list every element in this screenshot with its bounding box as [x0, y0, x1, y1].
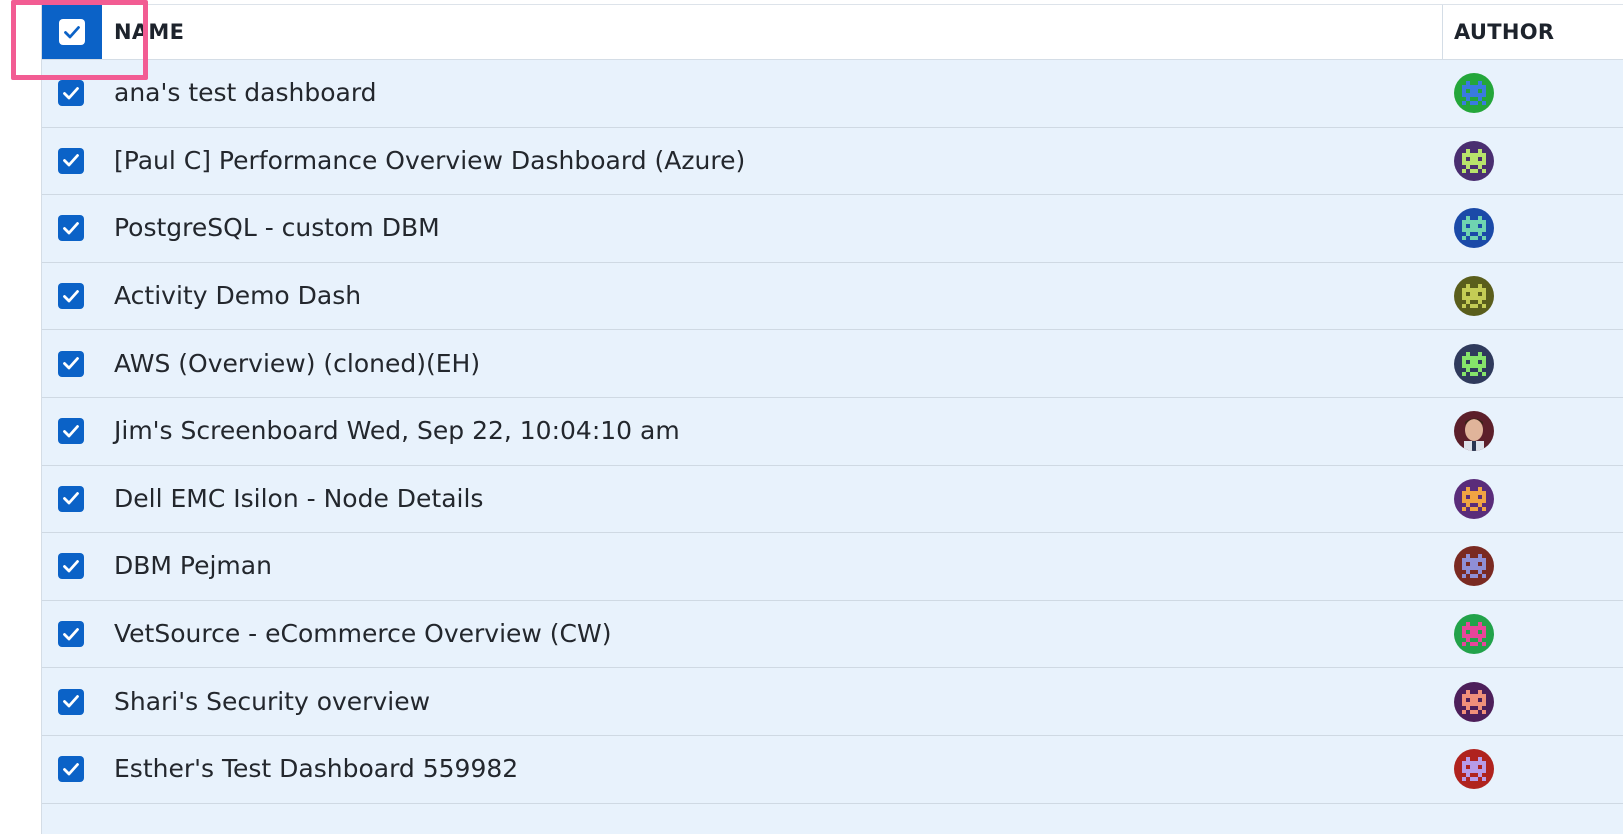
dashboard-name-link[interactable]: ana's test dashboard [114, 78, 377, 107]
dashboard-name-link[interactable]: Activity Demo Dash [114, 281, 361, 310]
table-row[interactable]: Jim's Screenboard Wed, Sep 22, 10:04:10 … [42, 398, 1623, 466]
row-checkbox[interactable] [58, 147, 84, 174]
checkmark-icon [63, 424, 79, 438]
row-checkbox[interactable] [58, 688, 84, 715]
row-checkbox[interactable] [58, 350, 84, 377]
column-header-author[interactable]: AUTHOR [1454, 5, 1554, 59]
author-avatar[interactable] [1454, 276, 1494, 317]
dashboard-list-table: NAME AUTHOR ana's test dashboard [Paul C]… [41, 4, 1623, 834]
table-row[interactable]: Activity Demo Dash [42, 263, 1623, 331]
author-avatar[interactable] [1454, 749, 1494, 790]
author-avatar[interactable] [1454, 411, 1494, 452]
row-checkbox[interactable] [58, 418, 84, 445]
author-avatar[interactable] [1454, 208, 1494, 249]
select-all-cell[interactable] [42, 5, 102, 59]
author-avatar[interactable] [1454, 546, 1494, 587]
dashboard-name-link[interactable]: Dell EMC Isilon - Node Details [114, 484, 483, 513]
row-checkbox[interactable] [58, 553, 84, 580]
row-checkbox[interactable] [58, 215, 84, 242]
row-checkbox[interactable] [58, 756, 84, 783]
author-avatar[interactable] [1454, 681, 1494, 722]
table-row[interactable]: Dell EMC Isilon - Node Details [42, 466, 1623, 534]
checkmark-icon [63, 222, 79, 235]
dashboard-name-link[interactable]: [Paul C] Performance Overview Dashboard … [114, 146, 745, 175]
dashboard-name-link[interactable]: VetSource - eCommerce Overview (CW) [114, 619, 611, 648]
table-row[interactable]: ana's test dashboard [42, 60, 1623, 128]
author-avatar[interactable] [1454, 614, 1494, 655]
row-checkbox[interactable] [58, 621, 84, 648]
row-checkbox[interactable] [58, 80, 84, 107]
dashboard-name-link[interactable]: AWS (Overview) (cloned)(EH) [114, 349, 480, 378]
table-row[interactable]: DBM Pejman [42, 533, 1623, 601]
checkmark-icon [63, 695, 79, 708]
table-row[interactable]: [Paul C] Performance Overview Dashboard … [42, 128, 1623, 196]
checkmark-icon [63, 762, 79, 776]
table-row[interactable]: Esther's Test Dashboard 559982 [42, 736, 1623, 804]
author-avatar[interactable] [1454, 478, 1494, 519]
dashboard-name-link[interactable]: Esther's Test Dashboard 559982 [114, 754, 518, 783]
checkmark-icon [63, 86, 79, 100]
checkmark-icon [63, 492, 79, 505]
author-avatar[interactable] [1454, 140, 1494, 181]
dashboard-name-link[interactable]: Jim's Screenboard Wed, Sep 22, 10:04:10 … [114, 416, 680, 445]
select-all-checkbox[interactable] [59, 19, 85, 45]
column-header-name[interactable]: NAME [114, 5, 184, 59]
column-divider [1442, 5, 1443, 59]
checkmark-icon [63, 627, 79, 640]
table-row[interactable]: PostgreSQL - custom DBM [42, 195, 1623, 263]
dashboard-name-link[interactable]: Shari's Security overview [114, 687, 430, 716]
author-avatar[interactable] [1454, 73, 1494, 114]
checkmark-icon [63, 560, 79, 573]
dashboard-name-link[interactable]: PostgreSQL - custom DBM [114, 213, 440, 242]
table-row[interactable]: VetSource - eCommerce Overview (CW) [42, 601, 1623, 669]
checkmark-icon [63, 357, 79, 370]
row-checkbox[interactable] [58, 485, 84, 512]
checkmark-icon [63, 154, 79, 167]
dashboard-name-link[interactable]: DBM Pejman [114, 551, 272, 580]
table-body: ana's test dashboard [Paul C] Performance… [42, 60, 1623, 804]
row-checkbox[interactable] [58, 283, 84, 310]
table-header: NAME AUTHOR [42, 4, 1623, 60]
author-avatar[interactable] [1454, 343, 1494, 384]
checkmark-icon [63, 289, 79, 302]
table-row[interactable]: Shari's Security overview [42, 668, 1623, 736]
checkmark-icon [64, 25, 80, 38]
table-row[interactable]: AWS (Overview) (cloned)(EH) [42, 330, 1623, 398]
